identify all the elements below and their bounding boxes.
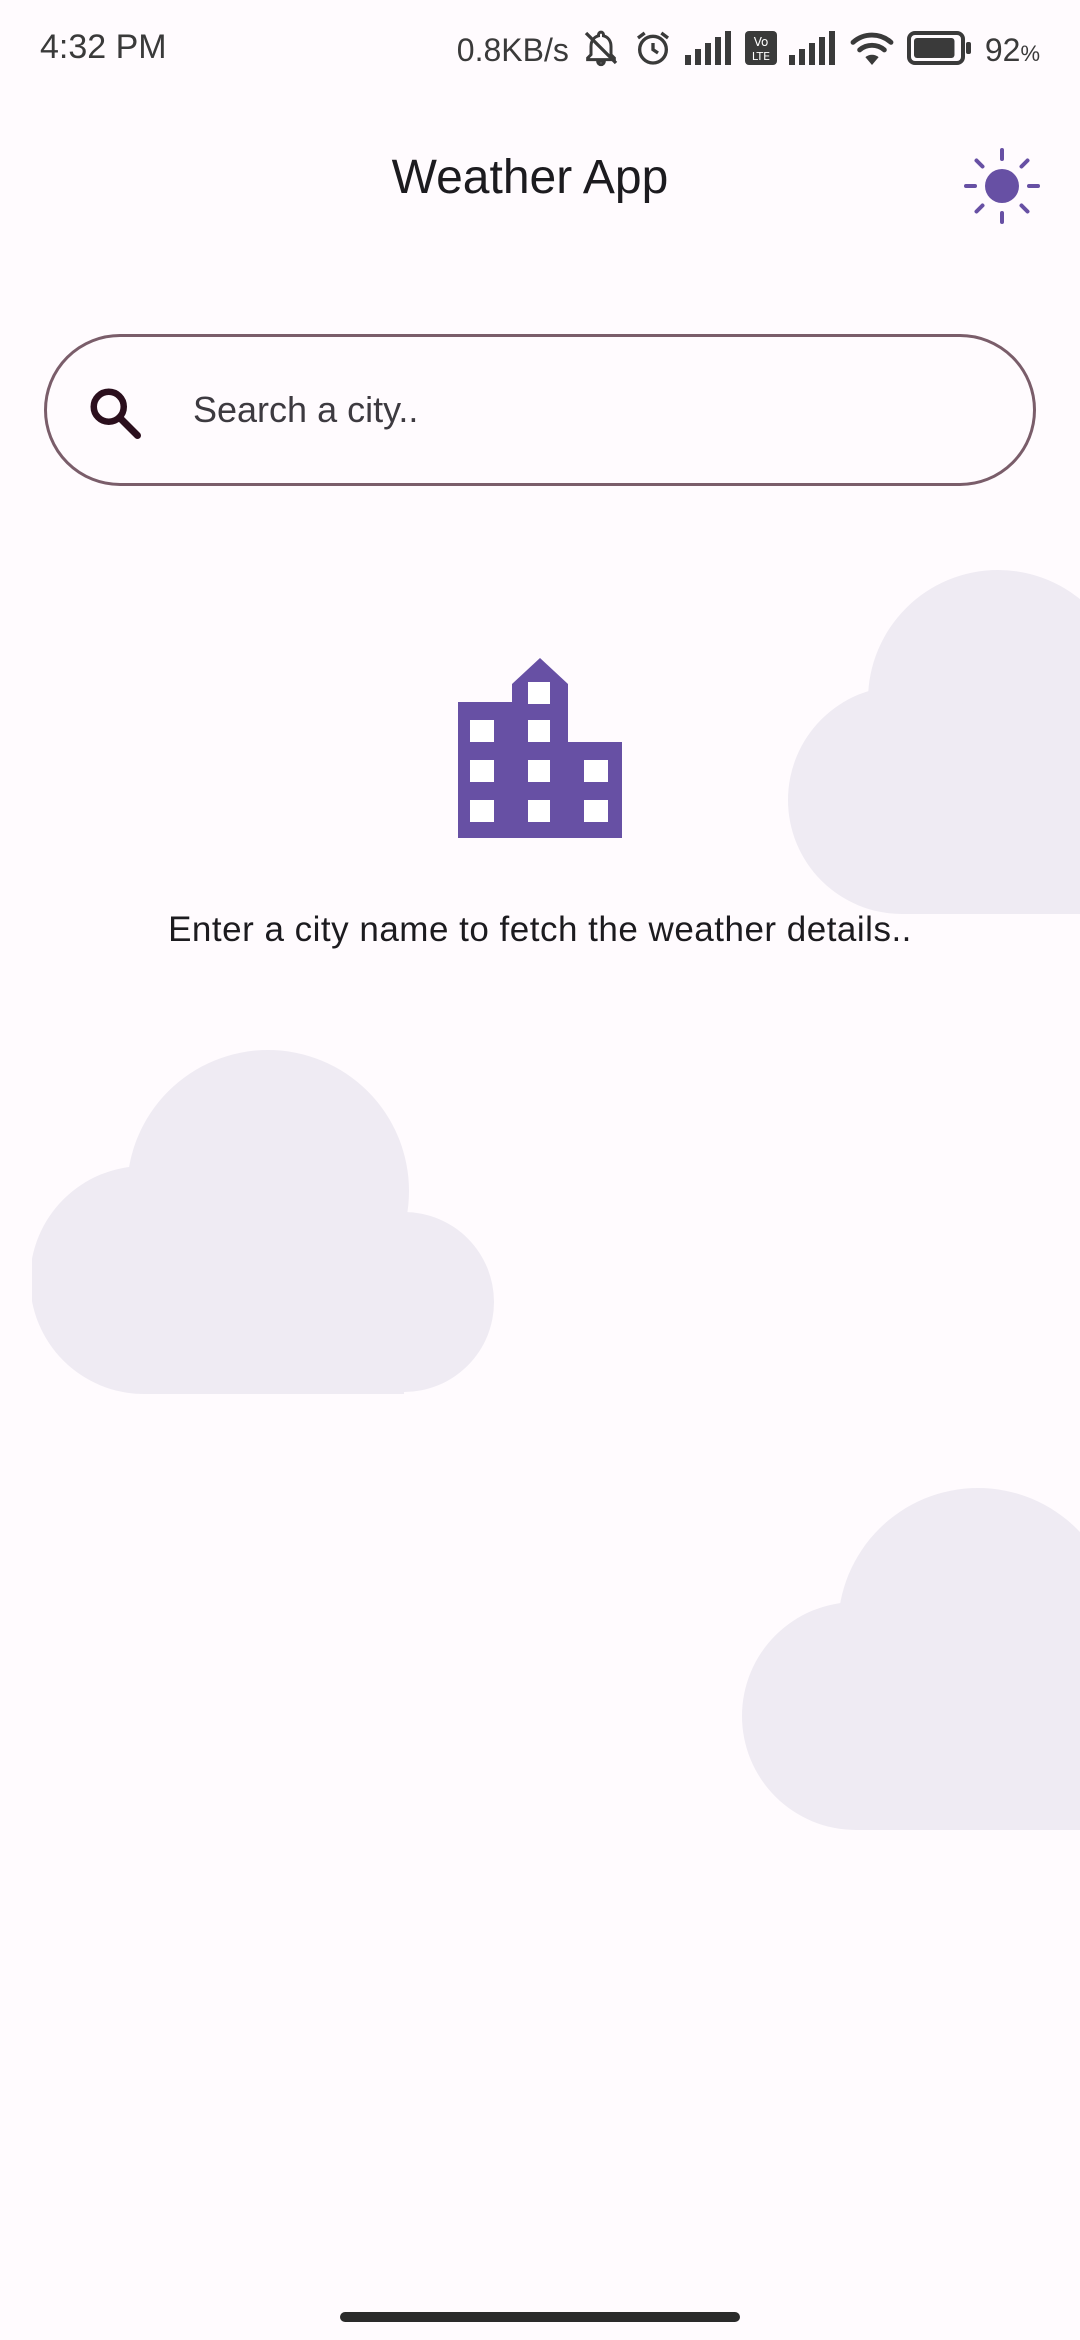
page-title: Weather App (391, 151, 669, 204)
signal-icon (788, 30, 837, 70)
bell-off-icon (581, 28, 621, 73)
status-bar: 4:32 PM 0.8KB/s Vo LTE 92% (0, 0, 1080, 100)
net-speed: 0.8KB/s (456, 31, 569, 68)
theme-toggle-button[interactable] (964, 148, 1040, 224)
cloud-icon (788, 570, 1080, 914)
svg-text:Vo: Vo (754, 35, 769, 49)
battery-icon (906, 30, 973, 70)
battery-percent: 92% (984, 31, 1040, 68)
wifi-icon (849, 30, 895, 71)
cloud-icon (32, 1050, 494, 1394)
status-time: 4:32 PM (40, 28, 167, 66)
signal-icon (684, 30, 733, 70)
city-building-icon (454, 658, 626, 838)
cloud-icon (742, 1488, 1080, 1830)
status-icons: 0.8KB/s Vo LTE 92% (457, 22, 1040, 78)
svg-text:LTE: LTE (752, 50, 770, 63)
alarm-icon (633, 28, 673, 73)
search-input[interactable] (189, 377, 993, 443)
sun-icon (964, 148, 1040, 224)
empty-state-message: Enter a city name to fetch the weather d… (168, 910, 912, 949)
volte-icon: Vo LTE (744, 30, 777, 70)
search-bar[interactable] (44, 334, 1036, 486)
gesture-navigation-bar[interactable] (340, 2312, 740, 2322)
search-icon[interactable] (85, 383, 145, 443)
